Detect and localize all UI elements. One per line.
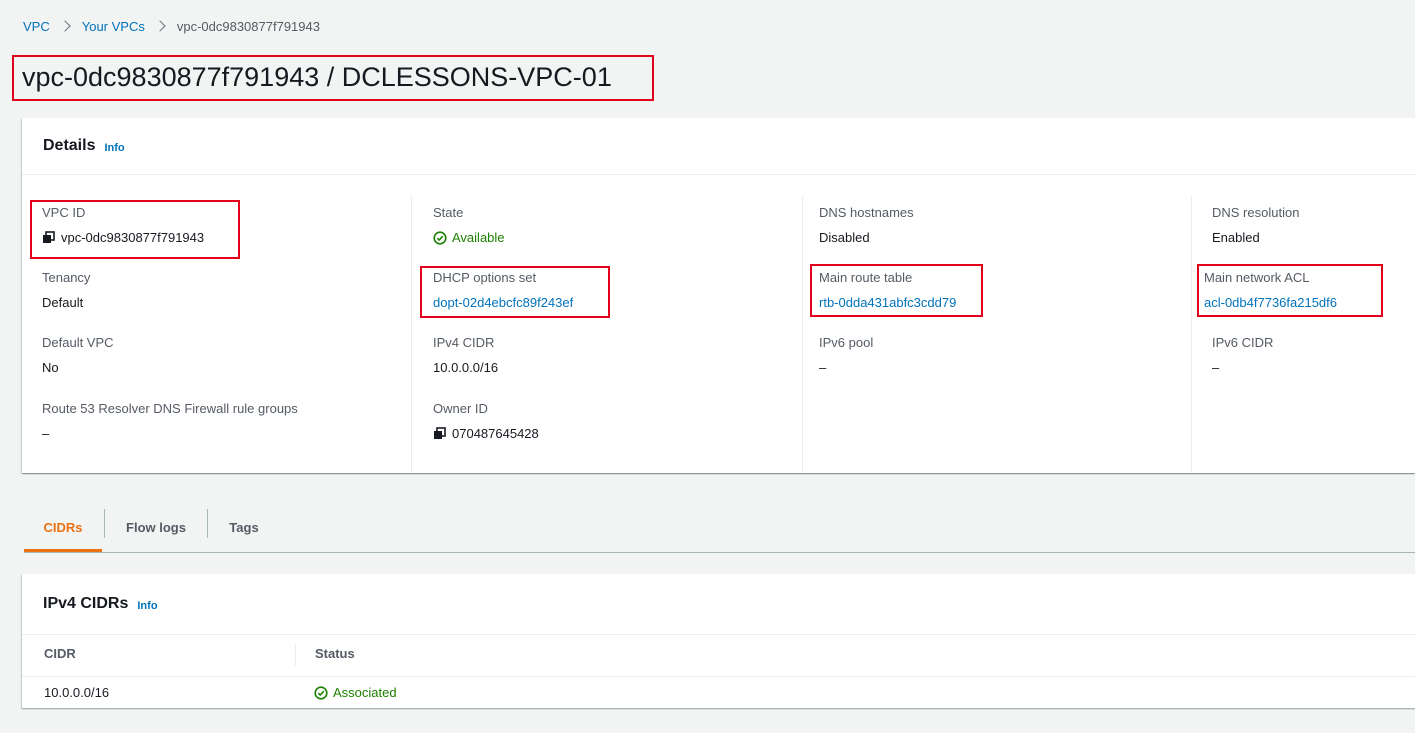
- owner-id-label: Owner ID: [433, 401, 488, 416]
- route53-label: Route 53 Resolver DNS Firewall rule grou…: [42, 401, 298, 416]
- ipv6-pool-label: IPv6 pool: [819, 335, 874, 350]
- column-header-status[interactable]: Status: [315, 646, 355, 661]
- chevron-right-icon: [59, 20, 71, 32]
- default-vpc-value: No: [42, 360, 59, 375]
- tenancy-value: Default: [42, 295, 84, 310]
- details-title: Details: [43, 137, 96, 154]
- column-divider: [802, 196, 803, 472]
- field-state: State Available: [433, 204, 505, 246]
- dns-hostnames-label: DNS hostnames: [819, 205, 914, 220]
- ipv4-cidrs-info-link[interactable]: Info: [137, 600, 157, 612]
- breadcrumb-your-vpcs[interactable]: Your VPCs: [82, 19, 145, 34]
- highlight-box: [420, 266, 610, 318]
- table-header: CIDR Status: [22, 634, 1415, 677]
- tab-tags[interactable]: Tags: [210, 505, 278, 549]
- highlight-box: [810, 264, 983, 317]
- ipv6-pool-value: –: [819, 360, 827, 375]
- highlight-box: [30, 200, 240, 259]
- ipv6-cidr-label: IPv6 CIDR: [1212, 335, 1274, 350]
- details-header: Details Info: [22, 118, 1415, 175]
- ipv4-cidr-label: IPv4 CIDR: [433, 335, 495, 350]
- field-default-vpc: Default VPC No: [42, 334, 114, 376]
- cidr-cell: 10.0.0.0/16: [44, 685, 110, 700]
- field-ipv6-cidr: IPv6 CIDR –: [1212, 334, 1273, 376]
- tenancy-label: Tenancy: [42, 270, 91, 285]
- tab-bar: CIDRs Flow logs Tags: [24, 505, 1415, 553]
- breadcrumb-current: vpc-0dc9830877f791943: [176, 18, 320, 34]
- column-divider: [295, 644, 296, 666]
- copy-icon[interactable]: [433, 427, 446, 440]
- ipv4-cidrs-panel: IPv4 CIDRs Info CIDR Status 10.0.0.0/16 …: [22, 574, 1415, 709]
- chevron-right-icon: [154, 20, 166, 32]
- dns-hostnames-value: Disabled: [819, 230, 870, 245]
- dns-resolution-label: DNS resolution: [1212, 205, 1300, 220]
- field-ipv4-cidr: IPv4 CIDR 10.0.0.0/16: [433, 334, 498, 376]
- tab-divider: [207, 509, 208, 538]
- owner-id-value: 070487645428: [452, 426, 539, 441]
- ipv4-cidrs-title: IPv4 CIDRs: [43, 595, 129, 612]
- route53-value: –: [42, 426, 50, 441]
- state-label: State: [433, 205, 464, 220]
- page-title: vpc-0dc9830877f791943 / DCLESSONS-VPC-01: [12, 55, 654, 101]
- field-route53-firewall: Route 53 Resolver DNS Firewall rule grou…: [42, 400, 298, 442]
- field-dns-hostnames: DNS hostnames Disabled: [819, 204, 914, 246]
- tab-divider: [104, 509, 105, 538]
- table-row: 10.0.0.0/16 Associated: [22, 677, 1415, 709]
- details-panel: Details Info VPC ID vpc-0dc9830877f79194…: [22, 118, 1415, 473]
- field-dns-resolution: DNS resolution Enabled: [1212, 204, 1299, 246]
- tab-flow-logs[interactable]: Flow logs: [107, 505, 205, 549]
- field-ipv6-pool: IPv6 pool –: [819, 334, 873, 376]
- breadcrumb: VPC Your VPCs vpc-0dc9830877f791943: [23, 16, 320, 36]
- check-circle-icon: [433, 230, 447, 245]
- check-circle-icon: [314, 685, 328, 700]
- ipv6-cidr-value: –: [1212, 360, 1220, 375]
- column-divider: [411, 196, 412, 472]
- default-vpc-label: Default VPC: [42, 335, 114, 350]
- state-value: Available: [452, 230, 505, 245]
- field-owner-id: Owner ID 070487645428: [433, 400, 539, 442]
- field-tenancy: Tenancy Default: [42, 269, 90, 311]
- column-divider: [1191, 196, 1192, 472]
- dns-resolution-value: Enabled: [1212, 230, 1260, 245]
- highlight-box: [1197, 264, 1383, 317]
- column-header-cidr[interactable]: CIDR: [44, 646, 76, 661]
- status-cell: Associated: [314, 685, 397, 700]
- breadcrumb-vpc[interactable]: VPC: [23, 19, 50, 34]
- ipv4-cidr-value: 10.0.0.0/16: [433, 360, 499, 375]
- details-info-link[interactable]: Info: [104, 142, 124, 154]
- ipv4-cidrs-header: IPv4 CIDRs Info: [22, 574, 1415, 635]
- status-value: Associated: [333, 685, 397, 700]
- tab-cidrs[interactable]: CIDRs: [24, 505, 102, 552]
